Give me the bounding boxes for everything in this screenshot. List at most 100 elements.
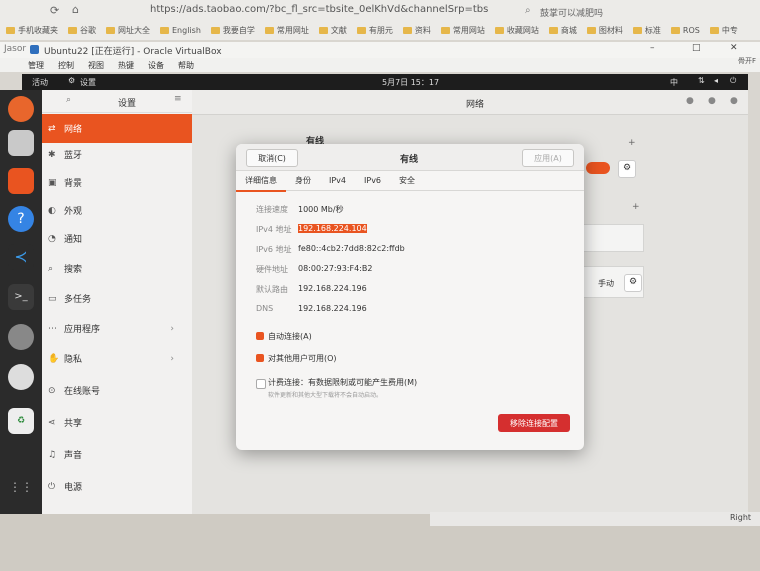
bookmark-item[interactable]: 资料 <box>402 22 431 38</box>
sidebar-item-notifications[interactable]: ◔ 通知 <box>42 224 192 253</box>
settings-icon[interactable] <box>8 324 34 350</box>
activities-button[interactable]: 活动 <box>32 77 48 88</box>
hamburger-icon[interactable]: ≡ <box>174 94 182 104</box>
menu-devices[interactable]: 设备 <box>148 60 164 71</box>
bookmark-item[interactable]: 网址大全 <box>106 22 150 38</box>
all-users-checkbox[interactable] <box>256 354 264 362</box>
bookmark-item[interactable]: 我要自学 <box>210 22 255 38</box>
bookmark-item[interactable]: 常用网站 <box>440 22 485 38</box>
sidebar-item-bluetooth[interactable]: ✱ 蓝牙 <box>42 140 192 169</box>
sidebar-item-background[interactable]: ▣ 背景 <box>42 168 192 197</box>
add-vpn-icon[interactable]: + <box>632 202 640 212</box>
bookmark-item[interactable]: 谷歌 <box>68 22 96 38</box>
bookmark-item[interactable]: 手机收藏夹 <box>6 22 58 38</box>
bookmark-item[interactable]: 中专 <box>709 22 738 38</box>
firefox-icon[interactable] <box>8 96 34 122</box>
refresh-icon[interactable]: ⟳ <box>50 4 59 17</box>
apps-grid-icon[interactable]: ⋮⋮ <box>8 474 34 500</box>
virtualbox-icon <box>30 45 39 54</box>
bookmark-label: 常用网站 <box>452 25 485 35</box>
network-icon[interactable]: ⇅ <box>698 76 705 85</box>
menu-help[interactable]: 帮助 <box>178 60 194 71</box>
terminal-icon[interactable]: >_ <box>8 284 34 310</box>
tab-2[interactable]: IPv4 <box>320 170 355 190</box>
menu-manage[interactable]: 管理 <box>28 60 44 71</box>
bookmark-item[interactable]: 文献 <box>318 22 347 38</box>
maximize-icon[interactable]: ● <box>708 96 716 106</box>
search-hint[interactable]: 鼓掌可以减肥吗 <box>540 6 603 19</box>
search-icon[interactable]: ⌕ <box>66 95 71 105</box>
auto-connect-checkbox[interactable] <box>256 332 264 340</box>
input-method[interactable]: 中 <box>670 77 678 88</box>
vpn-row <box>582 224 644 252</box>
folder-icon <box>440 26 450 34</box>
tab-1[interactable]: 身份 <box>286 170 320 190</box>
menu-view[interactable]: 视图 <box>88 60 104 71</box>
folder-icon <box>548 26 558 34</box>
bookmark-item[interactable]: 标准 <box>632 22 661 38</box>
sidebar-item-apps[interactable]: ⋯ 应用程序 › <box>42 314 192 343</box>
tab-0[interactable]: 详细信息 <box>236 170 286 192</box>
help-icon[interactable]: ? <box>8 206 34 232</box>
privacy-icon: ✋ <box>48 353 60 364</box>
bookmark-item[interactable]: 图材料 <box>586 22 623 38</box>
bookmark-item[interactable]: 常用网址 <box>264 22 309 38</box>
trash-icon[interactable]: ♻ <box>8 408 34 434</box>
folder-icon <box>586 26 596 34</box>
sidebar-item-multitask[interactable]: ▭ 多任务 <box>42 284 192 313</box>
bookmark-item[interactable]: 商城 <box>548 22 577 38</box>
vscode-icon[interactable]: ≺ <box>8 244 34 270</box>
detail-value: 1000 Mb/秒 <box>298 205 344 214</box>
apply-button[interactable]: 应用(A) <box>522 149 574 167</box>
bookmark-label: English <box>172 25 201 35</box>
menu-control[interactable]: 控制 <box>58 60 74 71</box>
bookmark-item[interactable]: 收藏网站 <box>494 22 539 38</box>
add-connection-icon[interactable]: + <box>628 138 636 148</box>
gear-icon[interactable]: ⚙ <box>624 274 642 292</box>
sidebar-item-power[interactable]: ⏻ 电源 <box>42 472 192 501</box>
bookmark-item[interactable]: 有朋元 <box>356 22 393 38</box>
tab-4[interactable]: 安全 <box>390 170 424 190</box>
tab-3[interactable]: IPv6 <box>355 170 390 190</box>
dialog-tabs: 详细信息 身份 IPv4 IPv6 安全 <box>236 170 584 192</box>
cancel-button[interactable]: 取消(C) <box>246 149 298 167</box>
metered-checkbox[interactable] <box>256 379 266 389</box>
close-icon[interactable]: ● <box>730 96 738 106</box>
network-icon: ⇄ <box>48 123 56 134</box>
menu-hotkeys[interactable]: 热键 <box>118 60 134 71</box>
disc-icon[interactable] <box>8 364 34 390</box>
files-icon[interactable] <box>8 130 34 156</box>
home-icon[interactable]: ⌂ <box>72 3 79 16</box>
metered-note: 软件更新和其他大型下载将不会自动启动。 <box>268 392 383 399</box>
search-icon: ⌕ <box>48 263 54 274</box>
all-users-label: 对其他用户可用(O) <box>268 354 337 363</box>
close-icon[interactable]: ✕ <box>730 43 738 53</box>
wired-toggle[interactable] <box>586 162 610 174</box>
remove-connection-button[interactable]: 移除连接配置 <box>498 414 570 432</box>
gear-icon[interactable]: ⚙ <box>618 160 636 178</box>
minimize-icon[interactable]: – <box>650 43 655 53</box>
bookmark-item[interactable]: ROS <box>670 22 700 38</box>
sidebar-item-privacy[interactable]: ✋ 隐私 › <box>42 344 192 373</box>
minimize-icon[interactable]: ● <box>686 96 694 106</box>
bookmark-item[interactable]: English <box>160 22 201 38</box>
volume-icon[interactable]: ◂ <box>714 76 718 85</box>
sidebar-item-search[interactable]: ⌕ 搜索 <box>42 254 192 283</box>
software-icon[interactable] <box>8 168 34 194</box>
sidebar-item-appearance[interactable]: ◐ 外观 <box>42 196 192 225</box>
detail-value: 192.168.224.104 <box>298 224 367 233</box>
power-icon[interactable]: ⏻ <box>730 76 736 86</box>
app-name[interactable]: 设置 <box>80 77 96 88</box>
sidebar-item-online-accounts[interactable]: ⊙ 在线账号 <box>42 376 192 405</box>
sidebar-item-sound[interactable]: ♫ 声音 <box>42 440 192 469</box>
search-icon[interactable]: ⌕ <box>525 5 531 16</box>
maximize-icon[interactable]: □ <box>692 43 701 53</box>
address-bar[interactable]: https://ads.taobao.com/?bc_fl_src=tbsite… <box>150 4 510 20</box>
sidebar-item-network[interactable]: ⇄ 网络 <box>42 114 192 143</box>
host-user-label: Jasor <box>4 44 27 54</box>
folder-icon <box>709 26 719 34</box>
sidebar-item-share[interactable]: ⋖ 共享 <box>42 408 192 437</box>
host-right-label: 骨开F <box>738 57 757 65</box>
clock[interactable]: 5月7日 15：17 <box>382 77 439 88</box>
folder-icon <box>160 26 169 34</box>
